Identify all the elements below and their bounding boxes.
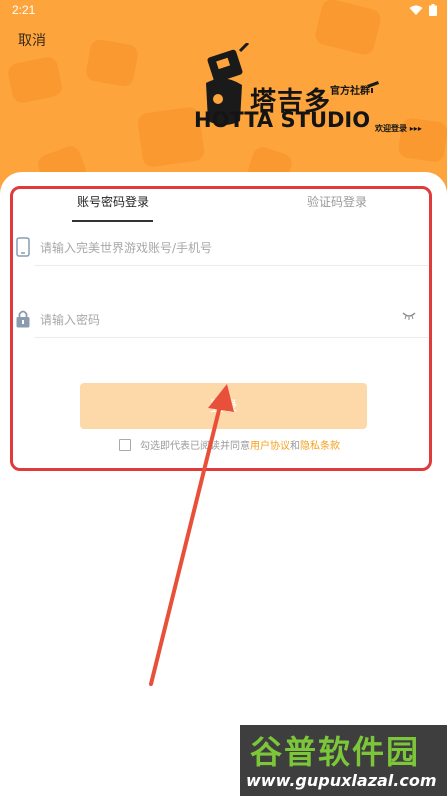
camera-icon (367, 81, 379, 93)
status-time: 2:21 (12, 3, 36, 17)
welcome-label: 欢迎登录 ▸▸▸ (375, 124, 422, 133)
battery-icon (429, 4, 437, 16)
logo-cn-subtitle: 官方社群 (330, 86, 370, 97)
highlight-box (10, 186, 432, 471)
decor-shape (6, 55, 64, 105)
watermark-url: www.gupuxlazal.com (246, 771, 437, 790)
decor-shape (84, 38, 140, 88)
hotta-studio-logo: 塔吉多 官方社群 HOTTA STUDIO 欢迎登录 ▸▸▸ (190, 43, 430, 145)
cancel-button[interactable]: 取消 (18, 30, 46, 50)
watermark-title: 谷普软件园 (250, 733, 421, 771)
watermark: 谷普软件园 www.gupuxlazal.com (240, 725, 447, 796)
status-bar: 2:21 (0, 0, 447, 22)
wifi-icon (409, 5, 423, 15)
logo-en-title: HOTTA STUDIO (194, 108, 371, 132)
